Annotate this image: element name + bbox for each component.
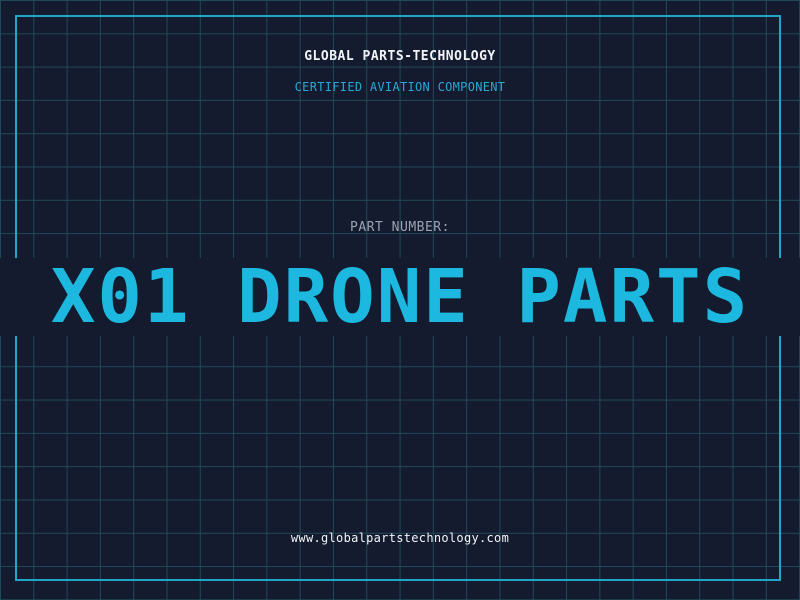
certification-tagline: CERTIFIED AVIATION COMPONENT [294, 80, 506, 94]
part-number-value: X01 DRONE PARTS [50, 254, 750, 340]
part-number-band: X01 DRONE PARTS [0, 258, 800, 336]
company-name: GLOBAL PARTS-TECHNOLOGY [304, 49, 496, 64]
website-url: www.globalpartstechnology.com [290, 531, 510, 545]
label-canvas: GLOBAL PARTS-TECHNOLOGY CERTIFIED AVIATI… [0, 0, 800, 600]
part-number-label: PART NUMBER: [350, 220, 450, 235]
